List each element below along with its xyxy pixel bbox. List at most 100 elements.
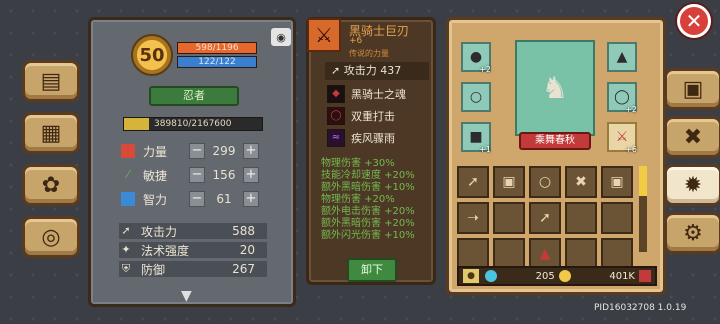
inventory-slot[interactable]: ➚ (529, 202, 561, 234)
stat-label: 敏捷 (143, 168, 168, 183)
item-skill-name: 黑骑士之魂 (351, 88, 406, 101)
close-button[interactable]: ✕ (677, 4, 711, 38)
increase-intelligence-button[interactable]: + (243, 191, 259, 207)
decrease-agility-button[interactable]: − (189, 167, 205, 183)
slot-upgrade-tag: +2 (479, 65, 491, 74)
knight-avatar-icon: ♞ (541, 70, 569, 106)
scroll-down-icon[interactable]: ▼ (181, 288, 192, 304)
hp-value: 598/1196 (195, 43, 239, 53)
sword-icon: ➚ (121, 224, 131, 237)
armor-slot[interactable]: ▲ (607, 42, 637, 72)
shield-icon: ⛨ (121, 262, 131, 275)
tab-talents[interactable]: ✹ (664, 164, 720, 206)
inventory-scrollbar[interactable] (639, 166, 647, 252)
stat-label: 智力 (143, 192, 168, 207)
screenshot-button[interactable]: ◉ (271, 28, 291, 46)
book-icon (121, 192, 135, 206)
lock-icon[interactable]: ● (463, 269, 479, 283)
stat-value: 299 (212, 144, 236, 158)
level-badge: 50 (131, 34, 173, 76)
crossed-swords-icon: ✖ (575, 174, 587, 190)
stat-row-agility: ⁄ 敏捷 − 156 + (121, 166, 263, 184)
tab-settings[interactable]: ⚙ (664, 212, 720, 254)
tab-skills[interactable]: ✖ (664, 116, 720, 158)
inventory-slot[interactable]: ➝ (457, 202, 489, 234)
book-icon: ▤ (40, 68, 62, 94)
tab-mount[interactable]: ◎ (22, 216, 80, 258)
increase-agility-button[interactable]: + (243, 167, 259, 183)
double-strike-icon: ◯ (327, 107, 345, 125)
exp-fill (124, 118, 149, 130)
item-bonus: 额外闪光伤害 +10% (321, 230, 415, 241)
helmet-slot[interactable]: ● +2 (461, 42, 491, 74)
item-detail-panel: ⚔ 黑骑士巨刃 +6 传说的力量 ➚ 攻击力 437 ◆ 黑骑士之魂 ◯ 双重打… (306, 17, 436, 285)
necklace-slot[interactable]: ○ (461, 82, 491, 112)
helmet-icon: ● (469, 49, 483, 65)
gear-icon: ⚙ (683, 220, 703, 246)
item-skill[interactable]: ≈ 疾风骤雨 (327, 128, 395, 148)
decrease-intelligence-button[interactable]: − (189, 191, 205, 207)
scrollbar-thumb[interactable] (639, 166, 647, 196)
gold-value: 401K (609, 270, 635, 282)
item-skill[interactable]: ◆ 黑骑士之魂 (327, 84, 406, 104)
item-attack: ➚ 攻击力 437 (325, 62, 429, 80)
inventory-slot[interactable]: ✖ (565, 166, 597, 198)
set-name-label[interactable]: 乘舞春秋 (519, 132, 591, 150)
build-id: PID16032708 1.0.19 (594, 303, 687, 313)
wand-icon: ✦ (121, 243, 131, 256)
inventory-slot[interactable]: ○ (529, 166, 561, 198)
gold-coin-icon (558, 270, 571, 282)
inventory-slot[interactable] (493, 202, 525, 234)
stat-label: 力量 (143, 144, 168, 159)
attribute-spell-power: ✦ 法术强度 20 (119, 242, 267, 258)
sword-icon: ➚ (331, 64, 344, 77)
attribute-value: 267 (232, 262, 255, 276)
crossed-swords-icon: ✖ (683, 124, 703, 150)
character-stats-panel: 50 598/1196 122/122 ◉ 忍者 389810/2167600 … (88, 17, 296, 307)
tab-map[interactable]: ▦ (22, 112, 80, 154)
inventory-slot[interactable] (601, 202, 633, 234)
tab-quest-book[interactable]: ▤ (22, 60, 80, 102)
attribute-value: 20 (239, 243, 255, 257)
necklace-icon: ○ (538, 174, 552, 190)
camera-icon: ◉ (276, 30, 286, 44)
inventory-slot[interactable]: ➚ (457, 166, 489, 198)
attribute-label: 法术强度 (141, 243, 190, 258)
hp-bar: 598/1196 (177, 42, 257, 54)
greatsword-icon: ⚔ (615, 129, 629, 145)
axe-icon: ➝ (467, 210, 479, 226)
tab-pets[interactable]: ✿ (22, 164, 80, 206)
necklace-icon: ○ (469, 89, 483, 105)
increase-strength-button[interactable]: + (243, 143, 259, 159)
ring-slot[interactable]: ◯ +2 (607, 82, 637, 114)
item-skill-name: 疾风骤雨 (351, 132, 395, 145)
close-icon: ✕ (685, 9, 703, 33)
feather-icon: ⁄ (127, 168, 129, 181)
fist-icon (121, 144, 135, 158)
inventory-slot[interactable]: ▣ (493, 166, 525, 198)
tab-character[interactable]: ▣ (664, 68, 720, 110)
unequip-button[interactable]: 卸下 (347, 258, 397, 282)
item-skill[interactable]: ◯ 双重打击 (327, 106, 395, 126)
level-value: 50 (139, 44, 165, 66)
equipment-slots: ● +2 ○ ■ +1 ♞ 乘舞春秋 ▲ ◯ +2 ⚔ +6 (457, 28, 657, 168)
mp-value: 122/122 (198, 57, 236, 67)
attribute-label: 防御 (141, 262, 166, 277)
exp-bar: 389810/2167600 (123, 117, 263, 131)
inventory-slot[interactable]: ▣ (601, 166, 633, 198)
slot-upgrade-tag: +2 (625, 105, 637, 114)
spear-icon: ➚ (539, 210, 551, 226)
gloves-slot[interactable]: ■ +1 (461, 122, 491, 154)
add-gold-icon[interactable] (639, 270, 651, 282)
weapon-slot[interactable]: ⚔ +6 (607, 122, 637, 154)
decrease-strength-button[interactable]: − (189, 143, 205, 159)
inventory-slot[interactable] (565, 202, 597, 234)
stat-row-strength: 力量 − 299 + (121, 142, 263, 160)
exp-value: 389810/2167600 (154, 119, 232, 129)
armor-icon: ▲ (616, 49, 628, 65)
class-button[interactable]: 忍者 (149, 86, 239, 106)
stat-value: 156 (212, 168, 236, 182)
helmet-icon: ▣ (682, 76, 704, 102)
mp-bar: 122/122 (177, 56, 257, 68)
resource-bar: ● 205 401K (457, 266, 657, 286)
